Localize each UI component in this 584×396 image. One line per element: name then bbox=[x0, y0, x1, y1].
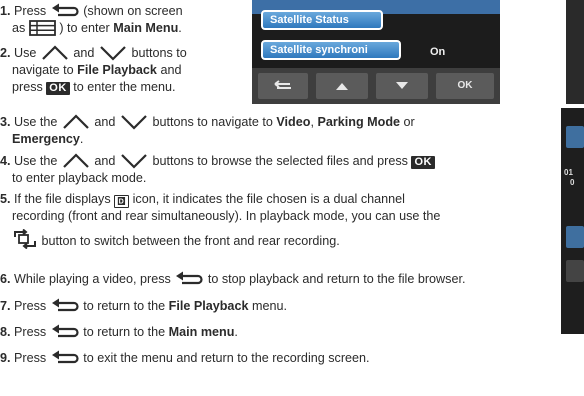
switch-camera-icon bbox=[14, 229, 36, 249]
device-screenshot-right-side: 01 0 bbox=[561, 108, 584, 334]
step-bold-text: Emergency bbox=[12, 132, 80, 146]
step-text: buttons to bbox=[131, 46, 187, 60]
down-chevron-icon bbox=[121, 154, 147, 169]
up-arrow-icon bbox=[336, 83, 348, 90]
menu-item-satellite-sync: Satellite synchroni bbox=[261, 40, 401, 60]
step-text: and bbox=[73, 46, 95, 60]
step-2: 2. Use and buttons to navigate to File P… bbox=[0, 44, 248, 96]
step-text: to stop playback and return to the file … bbox=[207, 272, 466, 286]
step-text: . bbox=[79, 132, 84, 146]
step-text: Use bbox=[14, 46, 37, 60]
return-icon bbox=[51, 3, 79, 17]
step-8: 8. Press to return to the Main menu. bbox=[0, 323, 560, 341]
step-text: to return to the bbox=[83, 325, 166, 339]
device-menu-screenshot: Satellite Status Satellite synchroni On … bbox=[252, 0, 500, 104]
step-number: 3. bbox=[0, 115, 11, 129]
step-5: 5. If the file displays D icon, it indic… bbox=[0, 191, 560, 250]
step-text: to return to the bbox=[83, 299, 166, 313]
return-icon bbox=[51, 298, 79, 312]
step-text: Press bbox=[14, 351, 47, 365]
step-text: and bbox=[160, 63, 182, 77]
screen-up-button bbox=[316, 73, 368, 99]
step-number: 9. bbox=[0, 351, 11, 365]
menu-item-satellite-status: Satellite Status bbox=[261, 10, 383, 30]
step-text: icon, it indicates the file chosen is a … bbox=[132, 192, 405, 206]
step-text: . bbox=[178, 21, 182, 35]
step-6: 6. While playing a video, press to stop … bbox=[0, 270, 584, 288]
step-text: Press bbox=[14, 4, 47, 18]
up-chevron-icon bbox=[63, 153, 89, 168]
step-bold-text: Main Menu bbox=[113, 21, 179, 35]
step-bold-text: Parking Mode bbox=[317, 115, 401, 129]
screen-down-button bbox=[376, 73, 428, 99]
dual-channel-letter: D bbox=[118, 197, 126, 205]
return-icon bbox=[51, 324, 79, 338]
screen-back-button bbox=[258, 73, 308, 99]
step-text: (shown on screen bbox=[83, 4, 183, 18]
return-icon bbox=[274, 80, 291, 89]
ok-button-icon: OK bbox=[411, 156, 435, 169]
step-text: buttons to navigate to bbox=[152, 115, 273, 129]
step-text: and bbox=[94, 154, 116, 168]
return-icon bbox=[51, 350, 79, 364]
device-screenshot-right-edge bbox=[566, 0, 584, 104]
step-text: Press bbox=[14, 325, 47, 339]
step-text: If the file displays bbox=[14, 192, 111, 206]
step-number: 7. bbox=[0, 299, 11, 313]
step-9: 9. Press to exit the menu and return to … bbox=[0, 349, 560, 367]
down-chevron-icon bbox=[121, 115, 147, 130]
step-number: 1. bbox=[0, 4, 11, 18]
step-number: 8. bbox=[0, 325, 11, 339]
ok-button-icon: OK bbox=[46, 82, 70, 95]
step-7: 7. Press to return to the File Playback … bbox=[0, 297, 560, 315]
step-text: . bbox=[234, 325, 238, 339]
step-bold-text: Video bbox=[276, 115, 311, 129]
up-chevron-icon bbox=[42, 45, 68, 60]
step-text: to enter the menu. bbox=[73, 80, 176, 94]
step-number: 6. bbox=[0, 272, 11, 286]
step-text: buttons to browse the selected files and… bbox=[152, 154, 408, 168]
step-text: button to switch between the front and r… bbox=[41, 234, 340, 248]
step-text: or bbox=[403, 115, 415, 129]
step-text: press bbox=[12, 80, 43, 94]
step-text: as bbox=[12, 21, 26, 35]
screen-ok-button: OK bbox=[436, 73, 494, 99]
screen-button-bar: OK bbox=[252, 68, 500, 104]
step-number: 5. bbox=[0, 192, 11, 206]
step-number: 2. bbox=[0, 46, 11, 60]
step-text: Use the bbox=[14, 115, 58, 129]
step-text: and bbox=[94, 115, 116, 129]
menu-row-satellite-sync: Satellite synchroni On bbox=[252, 38, 500, 64]
step-bold-text: File Playback bbox=[77, 63, 157, 77]
step-bold-text: File Playback bbox=[168, 299, 249, 313]
step-text: ) to enter bbox=[59, 21, 110, 35]
up-chevron-icon bbox=[63, 114, 89, 129]
step-number: 4. bbox=[0, 154, 11, 168]
menu-row-satellite-status: Satellite Status bbox=[252, 8, 500, 34]
step-1: 1. Press (shown on screen as ) to enter … bbox=[0, 2, 248, 37]
step-text: , bbox=[310, 115, 314, 129]
dual-channel-icon: D bbox=[114, 195, 130, 208]
step-text: navigate to bbox=[12, 63, 74, 77]
return-icon bbox=[176, 271, 203, 285]
side-up-button bbox=[566, 226, 584, 248]
step-text: to exit the menu and return to the recor… bbox=[83, 351, 370, 365]
side-label: 0 bbox=[570, 178, 575, 187]
step-3: 3. Use the and buttons to navigate to Vi… bbox=[0, 113, 560, 148]
step-text: menu. bbox=[251, 299, 287, 313]
down-chevron-icon bbox=[100, 46, 126, 61]
step-bold-text: Main menu bbox=[168, 325, 235, 339]
step-text: recording (front and rear simultaneously… bbox=[12, 209, 441, 223]
step-text: to enter playback mode. bbox=[12, 171, 147, 185]
step-text: Press bbox=[14, 299, 47, 313]
step-text: While playing a video, press bbox=[14, 272, 171, 286]
side-up-button bbox=[566, 126, 584, 148]
step-4: 4. Use the and buttons to browse the sel… bbox=[0, 152, 560, 187]
menu-list-icon bbox=[28, 20, 56, 36]
menu-item-value: On bbox=[430, 46, 446, 58]
down-arrow-icon bbox=[396, 82, 408, 89]
step-text: Use the bbox=[14, 154, 58, 168]
